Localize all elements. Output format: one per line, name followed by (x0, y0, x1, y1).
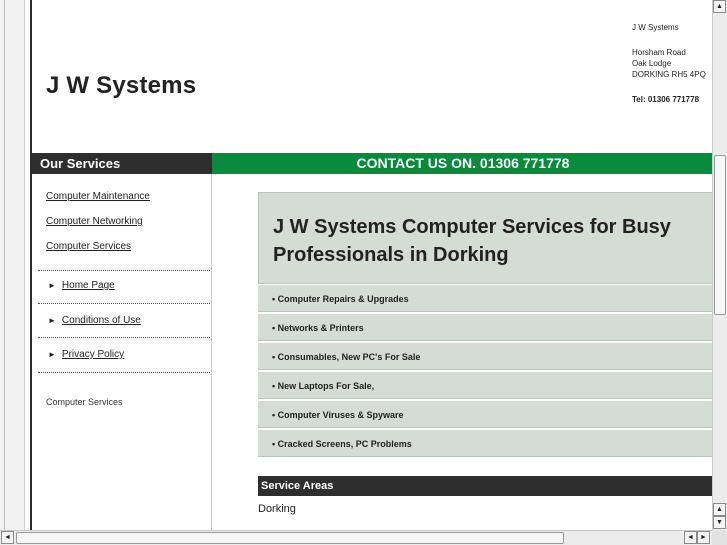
arrow-right-icon[interactable]: ► (697, 531, 710, 544)
site-logo[interactable]: J W Systems (46, 72, 196, 100)
address-gap (632, 80, 712, 94)
triangle-right-icon: ► (48, 350, 56, 359)
sidebar-item-label: Conditions of Use (61, 315, 141, 326)
hero-panel: J W Systems Computer Services for Busy P… (258, 192, 712, 284)
list-item: • Computer Viruses & Spyware (258, 400, 712, 428)
horizontal-scrollbar[interactable]: ◄ ◄ ► (0, 530, 712, 545)
vertical-scroll-thumb[interactable] (714, 155, 726, 315)
sidebar-header: Our Services (32, 153, 212, 174)
list-item: • Computer Repairs & Upgrades (258, 284, 712, 312)
company-address: J W Systems Horsham Road Oak Lodge DORKI… (632, 22, 712, 105)
sidebar-link-computer-networking[interactable]: Computer Networking (46, 216, 143, 227)
list-item: • New Laptops For Sale, (258, 371, 712, 399)
sidebar-item-home-page[interactable]: ► Home Page (48, 280, 115, 291)
address-line-1: Horsham Road (632, 48, 686, 57)
list-item: • Consumables, New PC's For Sale (258, 342, 712, 370)
arrow-left-icon[interactable]: ◄ (1, 531, 14, 544)
page-container: J W Systems J W Systems Horsham Road Oak… (30, 0, 712, 530)
sidebar-divider (38, 270, 210, 271)
address-line-2: Oak Lodge (632, 59, 672, 68)
scrollbar-corner (712, 530, 727, 545)
page-title: J W Systems Computer Services for Busy P… (273, 216, 671, 266)
sidebar-divider (38, 372, 210, 373)
page-gutter (0, 0, 25, 530)
arrow-left-icon[interactable]: ◄ (684, 531, 697, 544)
address-company: J W Systems (632, 23, 679, 32)
triangle-right-icon: ► (48, 316, 56, 325)
vertical-scrollbar[interactable]: ▲ ▲ ▼ (712, 0, 727, 530)
service-areas-text: Dorking (258, 503, 296, 515)
sidebar-note: Computer Services (46, 397, 123, 407)
address-gap (632, 33, 712, 47)
triangle-right-icon: ► (48, 281, 56, 290)
arrow-down-icon[interactable]: ▼ (713, 516, 726, 529)
address-line-3: DORKING RH5 4PQ (632, 70, 706, 79)
sidebar-divider (38, 337, 210, 338)
list-item: • Networks & Printers (258, 313, 712, 341)
main-content: J W Systems Computer Services for Busy P… (212, 174, 712, 530)
arrow-up-icon[interactable]: ▲ (713, 0, 726, 13)
sidebar-item-privacy-policy[interactable]: ► Privacy Policy (48, 349, 124, 360)
contact-bar: CONTACT US ON. 01306 771778 (212, 153, 712, 174)
gutter-line (4, 0, 5, 530)
address-tel: Tel: 01306 771778 (632, 95, 700, 104)
service-areas-header: Service Areas (258, 476, 712, 496)
sidebar-item-conditions-of-use[interactable]: ► Conditions of Use (48, 315, 141, 326)
list-item: • Cracked Screens, PC Problems (258, 429, 712, 457)
sidebar-link-computer-maintenance[interactable]: Computer Maintenance (46, 191, 150, 202)
sidebar-link-computer-services[interactable]: Computer Services (46, 241, 131, 252)
sidebar-divider (38, 303, 210, 304)
sidebar-item-label: Home Page (61, 280, 115, 291)
browser-viewport: J W Systems J W Systems Horsham Road Oak… (0, 0, 712, 530)
arrow-up-icon[interactable]: ▲ (713, 503, 726, 516)
sidebar-item-label: Privacy Policy (61, 349, 125, 360)
sidebar: Computer Maintenance Computer Networking… (32, 174, 212, 530)
horizontal-scroll-thumb[interactable] (16, 532, 564, 544)
